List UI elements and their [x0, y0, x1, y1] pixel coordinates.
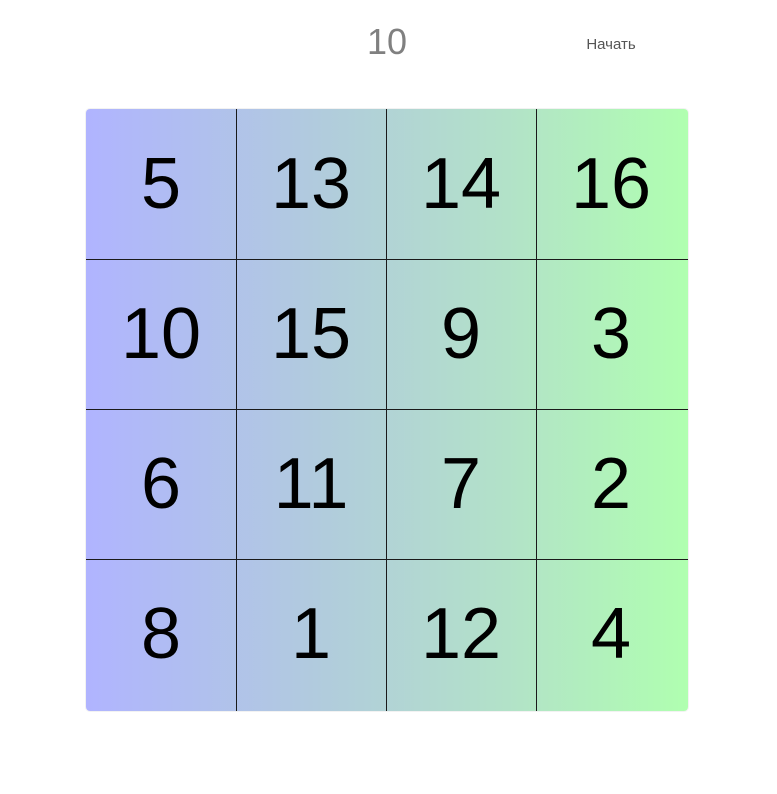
tile[interactable]: 2 — [536, 409, 686, 559]
tile[interactable]: 13 — [236, 109, 386, 259]
tile[interactable]: 14 — [386, 109, 536, 259]
tile[interactable]: 8 — [86, 559, 236, 709]
tile[interactable]: 15 — [236, 259, 386, 409]
move-counter: 10 — [366, 21, 408, 62]
header: 10 Начать — [0, 0, 777, 90]
start-button[interactable]: Начать — [571, 35, 651, 55]
puzzle-board: 5 13 14 16 10 15 9 3 6 11 7 2 8 1 12 4 — [86, 109, 688, 711]
tile[interactable]: 4 — [536, 559, 686, 709]
tile[interactable]: 10 — [86, 259, 236, 409]
tile[interactable]: 5 — [86, 109, 236, 259]
tile[interactable]: 9 — [386, 259, 536, 409]
tile[interactable]: 12 — [386, 559, 536, 709]
tile[interactable]: 7 — [386, 409, 536, 559]
tile[interactable]: 16 — [536, 109, 686, 259]
tile[interactable]: 3 — [536, 259, 686, 409]
tile[interactable]: 6 — [86, 409, 236, 559]
tile[interactable]: 11 — [236, 409, 386, 559]
tile[interactable]: 1 — [236, 559, 386, 709]
